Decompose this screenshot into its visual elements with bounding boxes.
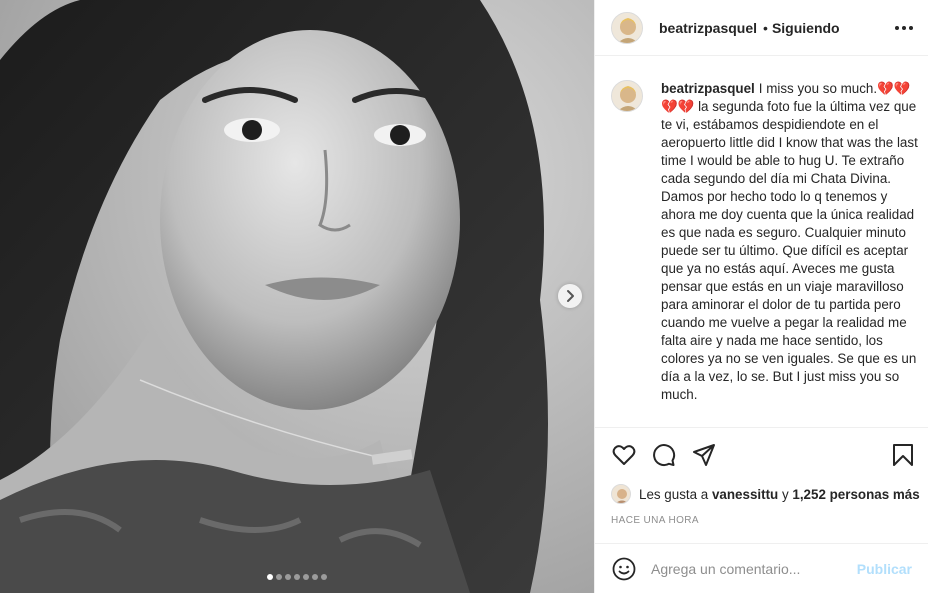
likes-prefix: Les gusta a: [639, 486, 709, 502]
carousel-dot: [294, 574, 300, 580]
emoji-button[interactable]: [611, 556, 637, 582]
post-header: beatrizpasquel • Siguiendo: [595, 0, 928, 56]
caption-text-block: beatrizpasquel I miss you so much.💔💔 💔💔 l…: [661, 80, 918, 404]
caption-text: I miss you so much.💔💔 💔💔 la segunda foto…: [661, 81, 918, 402]
likes-count-link[interactable]: 1,252 personas más: [792, 487, 919, 502]
header-separator: •: [763, 19, 768, 36]
liker-avatar[interactable]: [611, 484, 631, 504]
liker-username[interactable]: vanessittu: [712, 487, 778, 502]
chevron-right-icon: [567, 290, 574, 302]
carousel-dot: [267, 574, 273, 580]
header-username[interactable]: beatrizpasquel: [659, 20, 757, 36]
publish-button[interactable]: Publicar: [857, 561, 912, 577]
heart-icon: [612, 444, 636, 465]
profile-picture-icon: [612, 12, 642, 43]
share-button[interactable]: [691, 442, 717, 468]
save-button[interactable]: [890, 442, 916, 468]
avatar[interactable]: [611, 11, 643, 44]
bookmark-icon: [893, 443, 913, 466]
carousel-dot: [276, 574, 282, 580]
likes-joiner: y: [781, 486, 789, 502]
post-actions: [595, 427, 928, 481]
profile-picture-icon: [612, 485, 630, 503]
carousel-indicator: [0, 574, 594, 580]
more-options-button[interactable]: [892, 16, 916, 40]
caption-username[interactable]: beatrizpasquel: [661, 81, 755, 96]
like-button[interactable]: [611, 442, 637, 468]
likes-summary: Les gusta a vanessittu y 1,252 personas …: [611, 484, 920, 504]
following-button[interactable]: Siguiendo: [772, 20, 840, 36]
post-timestamp[interactable]: Hace una hora: [611, 515, 699, 526]
next-slide-button[interactable]: [558, 284, 582, 308]
post-caption: beatrizpasquel I miss you so much.💔💔 💔💔 l…: [611, 80, 918, 404]
share-icon: [693, 443, 715, 466]
more-horizontal-icon: [895, 25, 913, 30]
comment-bar: Publicar: [595, 543, 928, 593]
carousel-dot: [303, 574, 309, 580]
carousel-dot: [312, 574, 318, 580]
profile-picture-icon: [612, 81, 642, 111]
comment-input[interactable]: [651, 560, 857, 577]
post-image[interactable]: [0, 0, 594, 593]
comment-icon: [653, 443, 676, 466]
carousel-dot: [321, 574, 327, 580]
post-side-panel: beatrizpasquel • Siguiendo beatrizpasque…: [594, 0, 928, 593]
comment-button[interactable]: [651, 442, 677, 468]
smile-icon: [612, 557, 636, 580]
portrait-image: [0, 0, 594, 593]
caption-avatar[interactable]: [611, 80, 643, 112]
carousel-dot: [285, 574, 291, 580]
